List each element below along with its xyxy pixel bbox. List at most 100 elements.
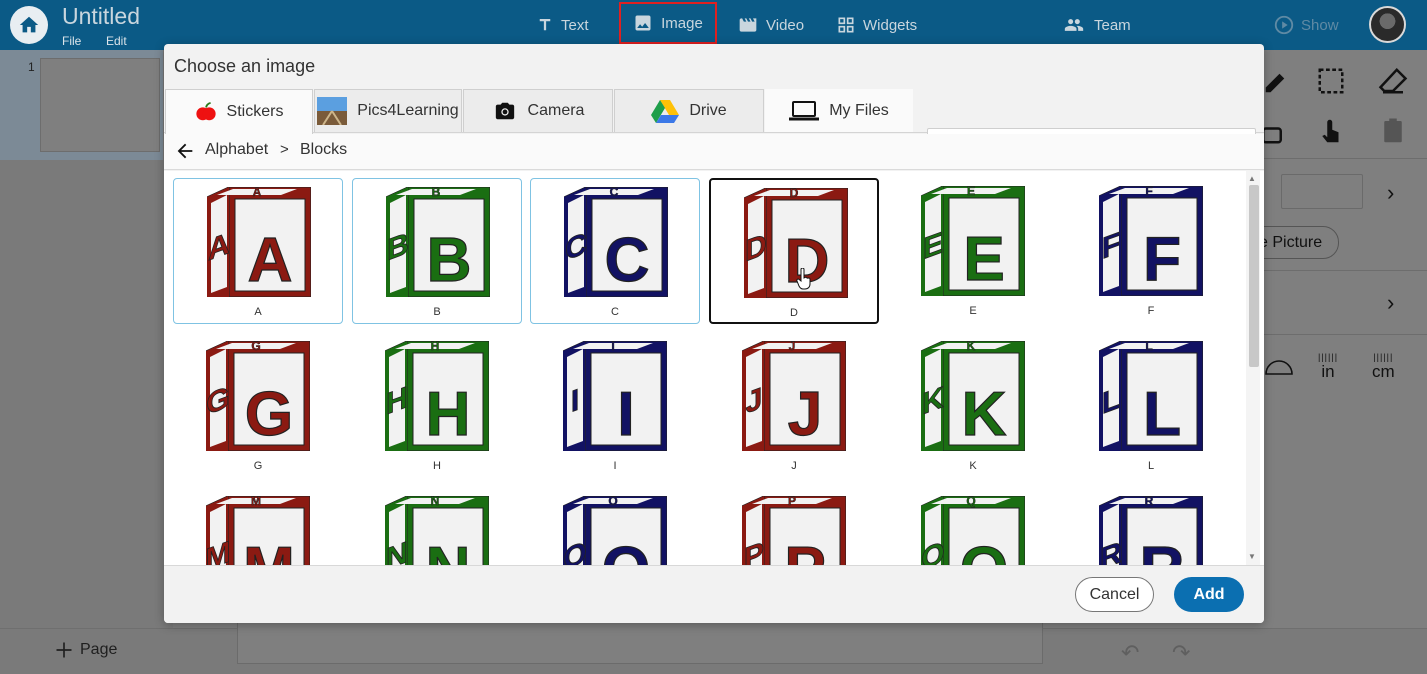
sticker-tile[interactable]: PPPP — [709, 488, 879, 565]
sticker-tile[interactable]: KKKK — [888, 333, 1058, 479]
top-bar: Untitled File Edit Text Image Video Widg… — [0, 0, 1427, 50]
letter-block-image: QQQ — [921, 496, 1025, 565]
show-button[interactable]: Show — [1273, 0, 1339, 50]
sticker-tile[interactable]: QQQQ — [888, 488, 1058, 565]
sticker-label: G — [253, 460, 263, 472]
image-tool-button[interactable]: Image — [619, 2, 717, 44]
svg-text:G: G — [251, 341, 260, 353]
block-letter: H — [426, 380, 471, 449]
redo-icon[interactable]: ↷ — [1172, 640, 1190, 666]
tab-drive[interactable]: Drive — [614, 89, 764, 132]
block-letter: A — [248, 226, 293, 295]
selection-marquee-icon[interactable] — [1316, 66, 1346, 96]
text-tool-label: Text — [561, 16, 589, 34]
pencil-icon[interactable] — [1262, 66, 1292, 96]
sticker-tile[interactable]: BBBB — [352, 178, 522, 324]
block-letter: E — [963, 225, 1004, 294]
letter-block-image: JJJ — [742, 341, 846, 451]
clipboard-icon[interactable] — [1378, 116, 1408, 146]
letter-block-image: KKK — [921, 341, 1025, 451]
image-icon — [635, 15, 651, 31]
show-label: Show — [1301, 16, 1339, 34]
sticker-label: J — [791, 460, 797, 472]
touch-hand-icon[interactable] — [1316, 116, 1346, 146]
text-tool-button[interactable]: Text — [536, 0, 589, 50]
svg-text:R: R — [1145, 496, 1154, 508]
team-button[interactable]: Team — [1061, 0, 1131, 50]
svg-text:D: D — [790, 188, 799, 200]
add-button[interactable]: Add — [1174, 577, 1244, 612]
tab-my-files[interactable]: My Files — [765, 89, 913, 132]
camera-icon — [495, 102, 514, 120]
play-circle-icon — [1274, 15, 1294, 35]
panel-divider — [1264, 334, 1427, 335]
svg-text:K: K — [967, 341, 976, 353]
add-page-label: Page — [80, 641, 118, 658]
widgets-icon — [838, 17, 854, 33]
sticker-tile[interactable]: AAAA — [173, 178, 343, 324]
sticker-tile[interactable]: DDDD — [709, 178, 879, 324]
document-title[interactable]: Untitled — [62, 3, 140, 30]
back-arrow-icon[interactable] — [174, 140, 196, 162]
sticker-tile[interactable]: JJJJ — [709, 333, 879, 479]
letter-block-image: FFF — [1099, 186, 1203, 296]
home-button[interactable] — [10, 6, 48, 44]
letter-block-image: BBB — [386, 187, 490, 297]
edit-menu[interactable]: Edit — [106, 34, 127, 48]
undo-icon[interactable]: ↶ — [1121, 640, 1139, 666]
unit-in-label: in — [1321, 362, 1335, 381]
scroll-up-arrow-icon[interactable]: ▲ — [1248, 174, 1256, 183]
sticker-tile[interactable]: RRRR — [1066, 488, 1236, 565]
tab-pics4learning[interactable]: Pics4Learning — [314, 89, 462, 132]
protractor-icon[interactable] — [1264, 356, 1294, 376]
breadcrumb-alphabet[interactable]: Alphabet — [205, 141, 268, 159]
sticker-tile[interactable]: MMMM — [173, 488, 343, 565]
widgets-tool-button[interactable]: Widgets — [836, 0, 917, 50]
sticker-label: L — [1147, 460, 1155, 472]
sticker-label: D — [790, 307, 798, 319]
svg-text:P: P — [788, 496, 796, 508]
sticker-tile[interactable]: GGGG — [173, 333, 343, 479]
sticker-label: A — [254, 306, 262, 318]
svg-text:A: A — [253, 187, 262, 199]
slide-thumbnail[interactable] — [40, 58, 160, 152]
user-avatar[interactable] — [1369, 6, 1406, 43]
hand-cursor-icon — [796, 268, 811, 290]
sticker-tile[interactable]: EEEE — [888, 178, 1058, 324]
tab-stickers[interactable]: Stickers — [165, 89, 313, 134]
sticker-tile[interactable]: LLLL — [1066, 333, 1236, 479]
scrollbar-thumb[interactable] — [1249, 185, 1259, 367]
eraser-icon[interactable] — [1378, 66, 1408, 96]
sticker-tile[interactable]: HHHH — [352, 333, 522, 479]
svg-text:B: B — [432, 187, 441, 199]
size-input[interactable] — [1281, 174, 1363, 209]
file-menu[interactable]: File — [62, 34, 81, 48]
scroll-down-arrow-icon[interactable]: ▼ — [1248, 552, 1256, 561]
team-label: Team — [1094, 16, 1131, 34]
choose-image-dialog: Choose an image Stickers Pics4Learning C… — [164, 44, 1264, 623]
sticker-label: I — [613, 460, 617, 472]
letter-block-image: LLL — [1099, 341, 1203, 451]
letter-block-image: CCC — [564, 187, 668, 297]
sticker-tile[interactable]: CCCC — [530, 178, 700, 324]
block-letter: I — [617, 380, 634, 449]
ruler-inches-button[interactable]: |||||| in — [1318, 352, 1338, 382]
sticker-tile[interactable]: FFFF — [1066, 178, 1236, 324]
google-drive-icon — [651, 100, 680, 123]
widgets-tool-label: Widgets — [863, 16, 918, 34]
ruler-cm-button[interactable]: |||||| cm — [1372, 352, 1395, 382]
chevron-right-icon[interactable]: › — [1387, 180, 1394, 206]
sticker-label: F — [1147, 305, 1155, 317]
cancel-button[interactable]: Cancel — [1075, 577, 1154, 612]
source-tabs: Stickers Pics4Learning Camera Drive My F… — [164, 83, 1264, 166]
sticker-tile[interactable]: IIII — [530, 333, 700, 479]
chevron-right-icon[interactable]: › — [1387, 290, 1394, 316]
sticker-tile[interactable]: OOOO — [530, 488, 700, 565]
sticker-tile[interactable]: NNNN — [352, 488, 522, 565]
add-page-button[interactable]: Page — [54, 640, 117, 660]
video-tool-button[interactable]: Video — [737, 0, 804, 50]
tab-camera[interactable]: Camera — [463, 89, 613, 132]
landscape-thumbnail-icon — [317, 97, 348, 125]
block-letter: N — [426, 535, 471, 565]
breadcrumb-separator: > — [280, 141, 289, 158]
